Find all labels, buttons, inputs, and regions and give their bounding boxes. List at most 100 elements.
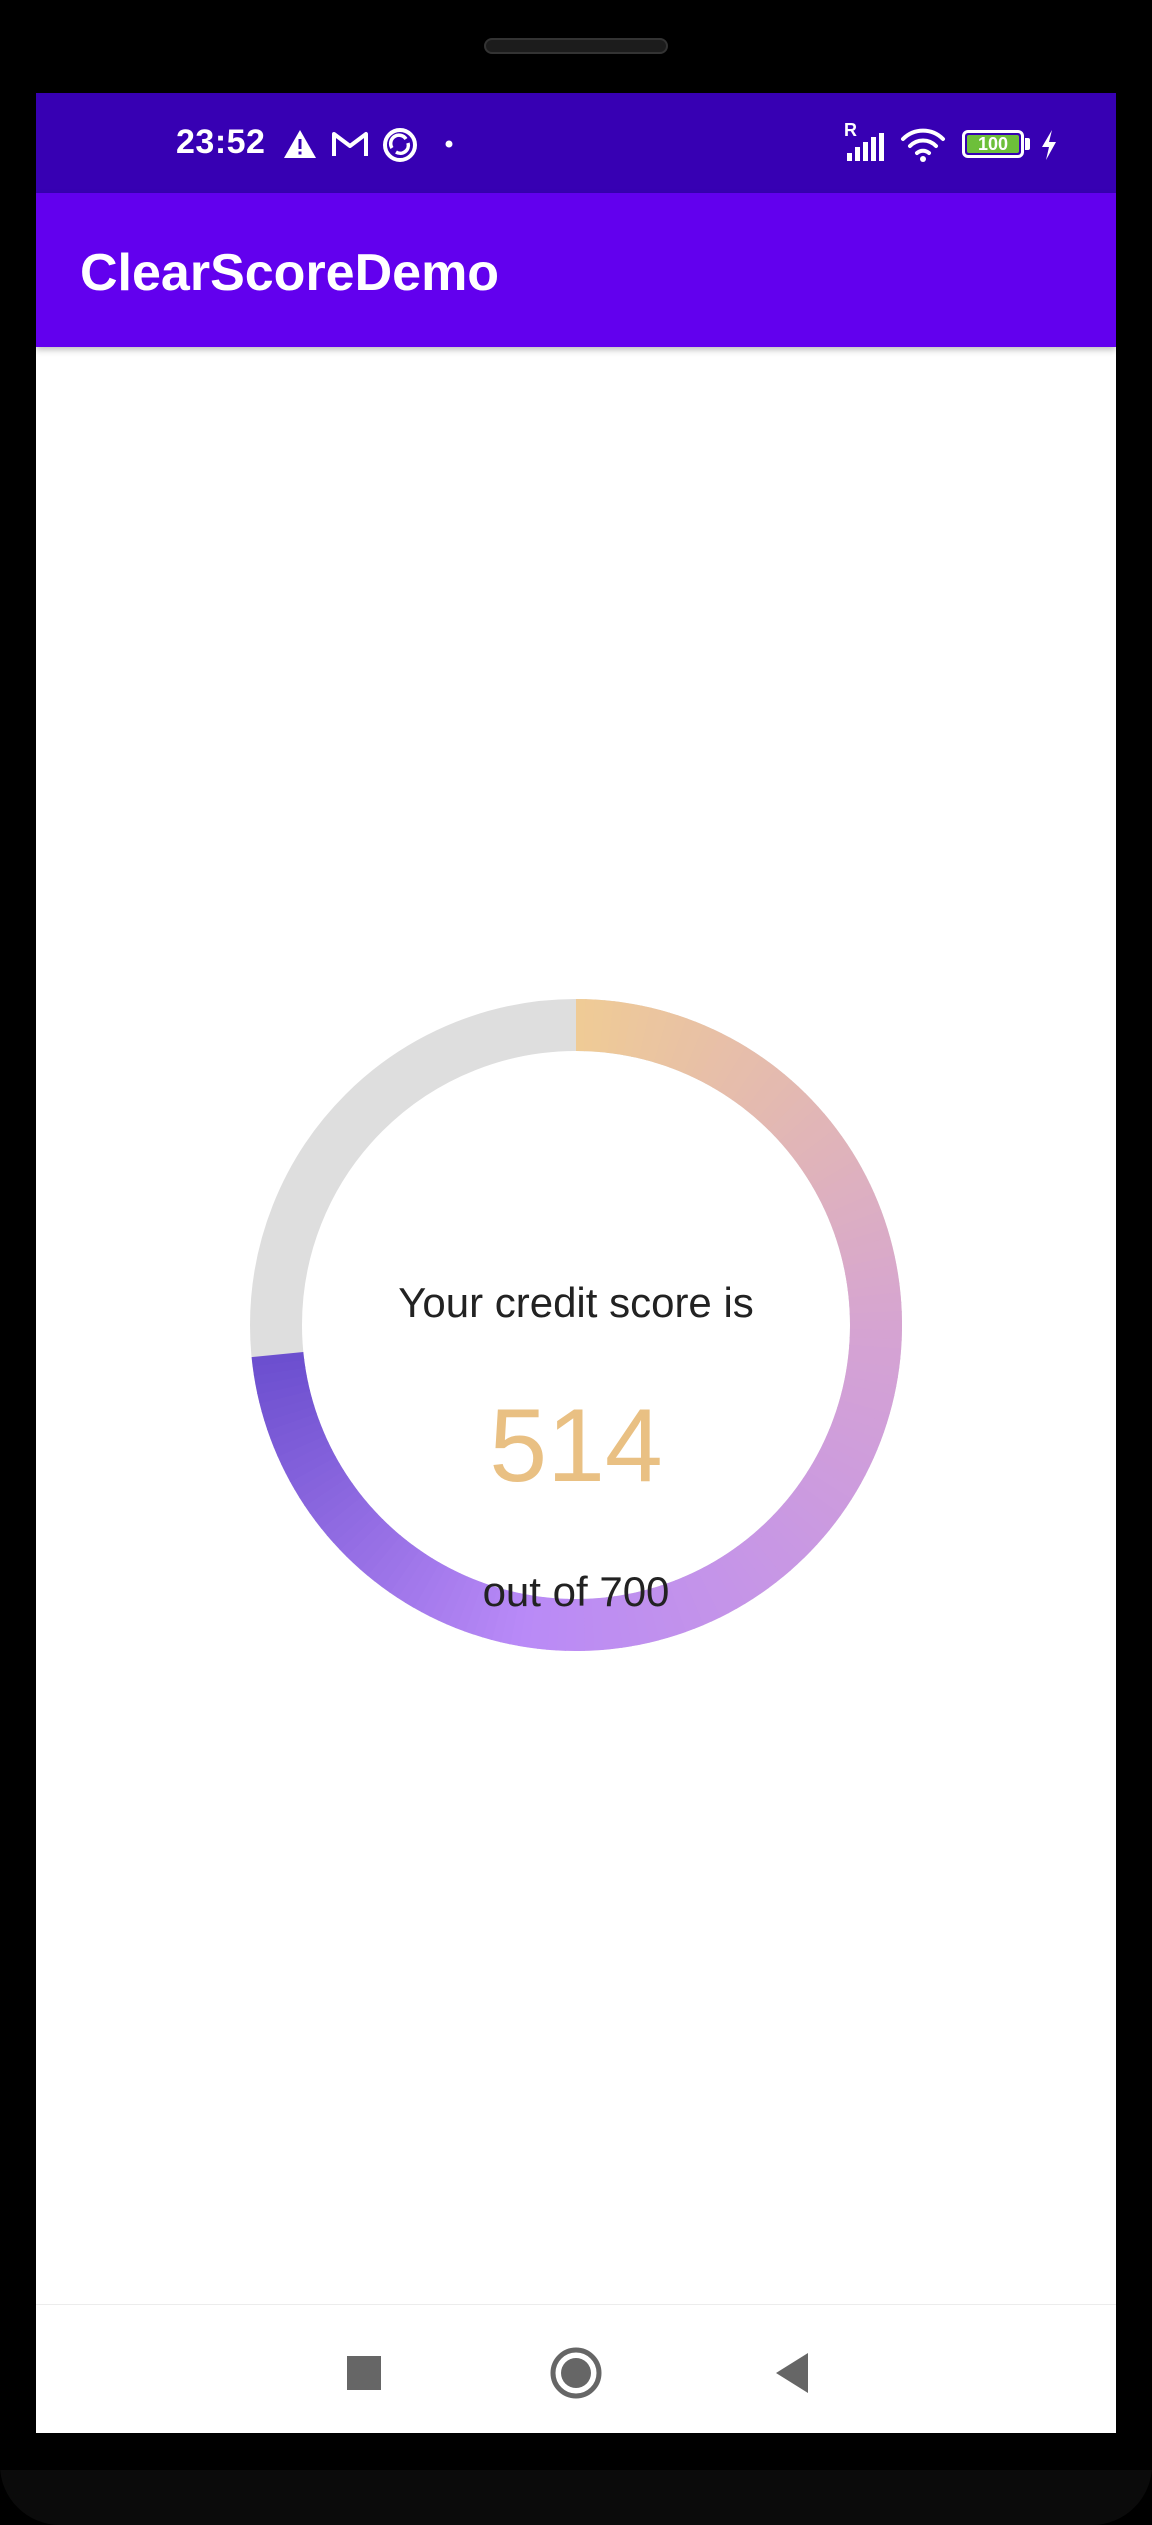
score-ring-segment	[815, 1167, 867, 1201]
score-ring-segment	[661, 1015, 688, 1068]
battery-tip	[1025, 138, 1030, 150]
score-ring-segment	[772, 1508, 818, 1552]
score-ring-segment	[326, 1501, 373, 1544]
sync-icon	[383, 128, 417, 162]
app-bar: ClearScoreDemo	[36, 193, 1116, 347]
score-ring-segment	[518, 1594, 537, 1648]
score-ring-segment	[607, 1001, 625, 1055]
battery-level: 100	[977, 134, 1009, 154]
score-ring-segment	[546, 1597, 560, 1651]
score-ring-segment	[743, 1536, 784, 1583]
score-ring-segment	[744, 1068, 786, 1115]
score-ring-segment	[359, 1529, 401, 1576]
score-ring-segment	[811, 1159, 863, 1194]
score-ring-segment	[839, 1237, 893, 1260]
warning-icon	[284, 130, 316, 158]
score-ring-segment	[345, 1518, 390, 1564]
score-ring-segment	[599, 1000, 615, 1053]
score-ring-segment	[623, 1003, 643, 1057]
score-ring-segment	[598, 1597, 614, 1650]
score-ring-segment	[536, 1596, 553, 1650]
score-ring-segment	[615, 1002, 634, 1056]
score-ring-segment	[788, 1490, 836, 1531]
score-ring-segment	[332, 1507, 378, 1551]
back-button[interactable]	[768, 2345, 824, 2401]
score-ring-segment	[847, 1352, 901, 1369]
score-ring-segment	[843, 1255, 897, 1276]
recents-button[interactable]	[336, 2345, 392, 2401]
score-ring-segment	[704, 1037, 739, 1088]
score-ring-segment	[823, 1184, 875, 1216]
score-ring-segment	[508, 1593, 529, 1647]
screen: 23:52 R 100 ClearScoreDemo Your credit s…	[36, 93, 1116, 2433]
score-ring-segment	[738, 1062, 778, 1110]
score-ring-segment	[750, 1074, 793, 1120]
score-ring-segment	[794, 1128, 843, 1167]
score-ring-segment	[590, 1598, 604, 1651]
navigation-bar	[36, 2304, 1116, 2433]
score-ring-segment	[690, 1029, 723, 1081]
score-ring-segment	[773, 1099, 819, 1143]
signal-icon	[847, 133, 884, 161]
score-ring-segment	[761, 1520, 805, 1565]
score-ring-segment	[668, 1018, 697, 1071]
score-ring-segment	[762, 1086, 806, 1131]
score-ring-segment	[846, 1360, 900, 1379]
score-ring-segment	[613, 1594, 632, 1648]
speaker-grille	[484, 38, 668, 54]
score-ring-segment	[352, 1524, 395, 1570]
score-ring-segment	[629, 1591, 651, 1645]
dot-icon	[445, 140, 453, 148]
score-ring-segment	[718, 1046, 755, 1096]
gmail-icon	[332, 132, 368, 156]
square-icon	[347, 2356, 381, 2390]
score-ring-segment	[373, 1539, 414, 1588]
score-ring-segment	[737, 1541, 777, 1589]
score-ring-segment	[799, 1135, 848, 1174]
score-ring-segment	[807, 1151, 858, 1187]
score-ring-segment	[697, 1033, 731, 1084]
score-ring-segment	[339, 1513, 384, 1557]
score-ring-segment	[767, 1514, 812, 1559]
score-ring-segment	[768, 1092, 813, 1137]
score-ring-segment	[320, 1495, 368, 1537]
score-ring-segment	[725, 1051, 763, 1101]
score-ring-segment	[646, 1009, 670, 1063]
score-ring-segment	[832, 1210, 885, 1238]
home-button[interactable]	[548, 2345, 604, 2401]
score-ring-segment	[638, 1007, 661, 1061]
score-ring-segment	[789, 1120, 837, 1161]
score-ring-segment	[253, 1366, 307, 1386]
status-bar: 23:52 R 100	[36, 93, 1116, 193]
score-ring-segment	[683, 1025, 714, 1077]
credit-score-ring: Your credit score is 514 out of 700	[250, 999, 902, 1651]
score-ring-segment	[366, 1534, 408, 1582]
score-ring-segment	[819, 1175, 871, 1208]
circle-icon	[550, 2347, 602, 2399]
score-ring-segment	[841, 1246, 895, 1268]
score-ring-segment	[844, 1368, 898, 1388]
wifi-icon	[901, 128, 945, 162]
device-frame: 23:52 R 100 ClearScoreDemo Your credit s…	[0, 0, 1152, 2525]
status-time: 23:52	[176, 123, 266, 161]
score-ring-segment	[251, 1351, 305, 1367]
score-ring-segment	[779, 1106, 825, 1149]
score-ring-segment	[499, 1591, 521, 1645]
score-ring-segment	[711, 1041, 747, 1092]
score-ring-segment	[845, 1264, 899, 1284]
score-ring-segment	[826, 1192, 879, 1223]
score-ring-segment	[783, 1496, 830, 1538]
score-value: 514	[489, 1388, 663, 1504]
charging-icon	[1042, 130, 1056, 160]
score-ring-segment	[252, 1358, 306, 1376]
score-ring-segment	[527, 1595, 545, 1649]
score-ring-segment	[749, 1531, 791, 1578]
score-ring-segment	[848, 1344, 902, 1360]
score-ring-segment	[605, 1596, 623, 1650]
score-max-label: out of 700	[482, 1568, 670, 1615]
score-ring-segment	[630, 1005, 652, 1059]
score-ring-segment	[591, 999, 606, 1053]
score-ring-segment	[835, 1219, 888, 1245]
score-ring-segment	[755, 1525, 798, 1572]
score-ring-segment	[676, 1021, 706, 1074]
